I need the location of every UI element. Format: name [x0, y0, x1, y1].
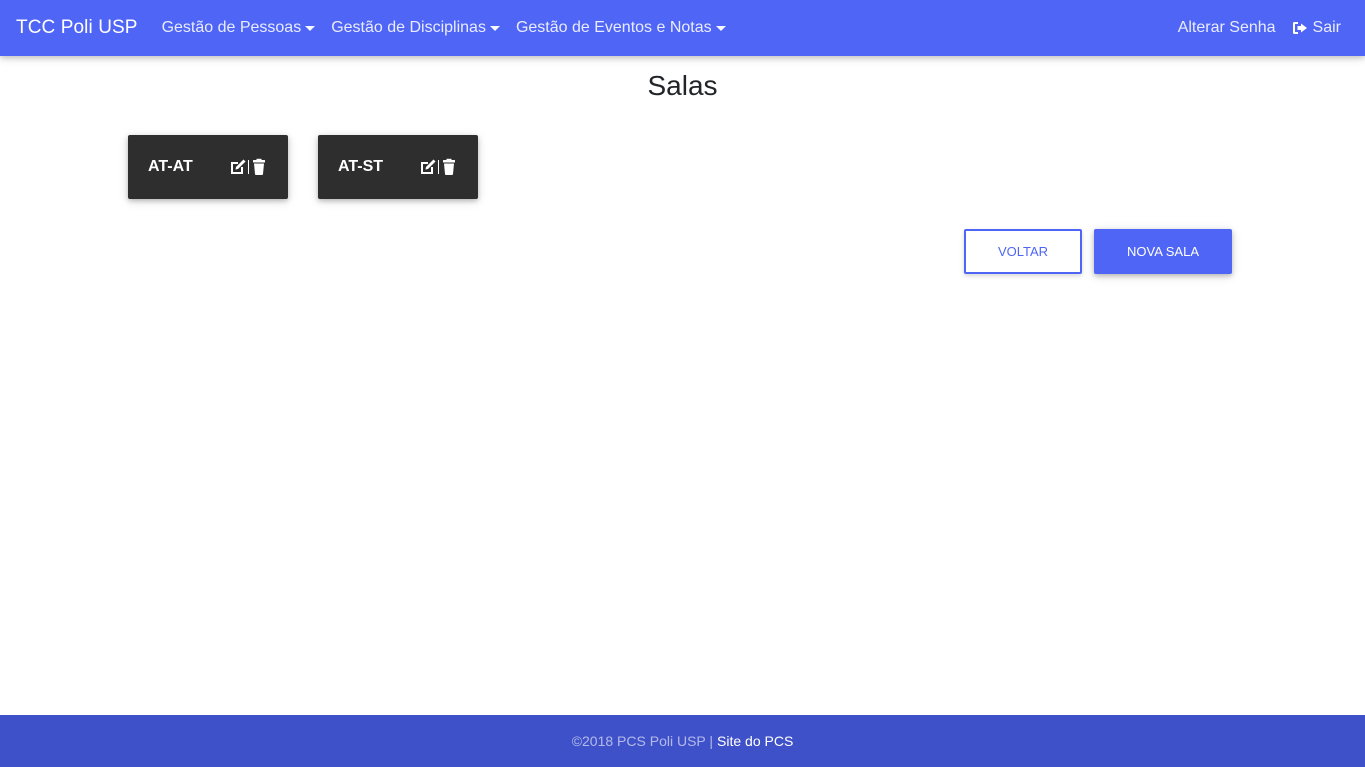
caret-down-icon [715, 25, 726, 31]
footer: ©2018 PCS Poli USP | Site do PCS [0, 715, 1365, 767]
action-divider [248, 160, 249, 174]
footer-site-link[interactable]: Site do PCS [717, 733, 793, 749]
room-card: AT-ST [318, 135, 478, 199]
page-title: Salas [647, 70, 718, 101]
footer-copyright: ©2018 PCS Poli USP | [571, 733, 714, 749]
room-actions [229, 158, 268, 176]
trash-icon[interactable] [250, 158, 268, 176]
change-password-link[interactable]: Alterar Senha [1178, 19, 1276, 37]
trash-icon[interactable] [440, 158, 458, 176]
room-actions [419, 158, 458, 176]
caret-down-icon [305, 25, 316, 31]
room-name: AT-AT [148, 158, 193, 175]
logout-link[interactable]: Sair [1292, 19, 1341, 37]
menu-gestao-eventos-notas[interactable]: Gestão de Eventos e Notas [516, 19, 726, 37]
back-button[interactable]: VOLTAR [964, 229, 1082, 274]
room-name: AT-ST [338, 158, 384, 175]
menu-gestao-disciplinas[interactable]: Gestão de Disciplinas [331, 19, 500, 37]
caret-down-icon [489, 25, 500, 31]
action-divider [438, 160, 439, 174]
nav-right: Alterar Senha Sair [1178, 19, 1349, 37]
nav-menu: Gestão de Pessoas Gestão de Disciplinas … [162, 19, 742, 37]
menu-label: Gestão de Pessoas [161, 19, 302, 36]
navbar-brand[interactable]: TCC Poli USP [16, 17, 138, 39]
top-navbar: TCC Poli USP Gestão de Pessoas Gestão de… [0, 0, 1365, 56]
logout-label: Sair [1312, 19, 1341, 36]
menu-label: Gestão de Eventos e Notas [515, 19, 712, 36]
room-card: AT-AT [128, 135, 288, 199]
edit-icon[interactable] [229, 158, 247, 176]
menu-gestao-pessoas[interactable]: Gestão de Pessoas [162, 19, 316, 37]
sign-out-icon [1292, 22, 1307, 34]
edit-icon[interactable] [419, 158, 437, 176]
menu-label: Gestão de Disciplinas [331, 19, 486, 36]
new-room-button[interactable]: NOVA SALA [1094, 229, 1232, 274]
